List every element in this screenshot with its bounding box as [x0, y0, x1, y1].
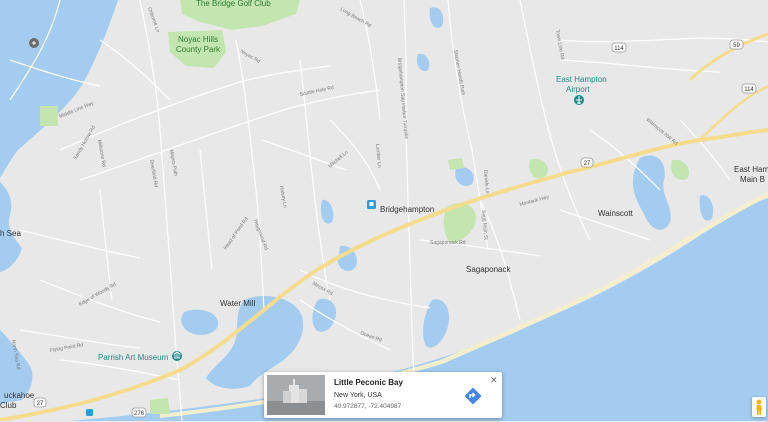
airport-icon[interactable] [574, 95, 584, 105]
svg-text:27: 27 [37, 401, 44, 407]
water-mill-label: Water Mill [220, 299, 255, 308]
route-shield-276: 276 [131, 407, 147, 418]
pegman-icon[interactable] [752, 397, 766, 417]
svg-text:276: 276 [134, 411, 145, 417]
route-shield-59: 59 [729, 39, 744, 50]
club-label: Club [0, 401, 17, 410]
svg-text:59: 59 [733, 43, 740, 49]
route-shield-114-right: 114 [741, 83, 757, 94]
place-title: Little Peconic Bay [334, 378, 403, 387]
route-shield-27: 27 [580, 157, 594, 168]
airport-label: East Hampton [556, 75, 607, 84]
north-sea-label: h Sea [0, 229, 21, 238]
park-area [40, 106, 58, 126]
train-station-icon[interactable] [367, 200, 376, 209]
noyac-hills-label-line2: County Park [176, 45, 221, 54]
svg-text:114: 114 [614, 46, 624, 52]
directions-icon [464, 387, 482, 405]
tuckahoe-label: uckahoe [4, 391, 35, 400]
bridgehampton-label: Bridgehampton [380, 205, 434, 214]
map-canvas[interactable]: The Bridge Golf Club Noyac Hills County … [0, 0, 768, 421]
noyac-hills-label: Noyac Hills [178, 35, 218, 44]
place-coordinates: 40.972877, -72.404987 [334, 403, 402, 410]
place-info-card[interactable]: Little Peconic Bay New York, USA 40.9728… [264, 372, 502, 418]
svg-text:27: 27 [584, 161, 591, 167]
park-area [150, 398, 170, 414]
airport-label-line2: Airport [566, 85, 590, 94]
park-area [448, 158, 464, 170]
museum-icon[interactable] [172, 351, 182, 361]
place-subtitle: New York, USA [334, 392, 382, 399]
east-hampton-label-line2: Main B [740, 175, 765, 184]
place-marker-icon[interactable] [86, 409, 93, 416]
svg-text:114: 114 [744, 87, 754, 93]
parrish-art-museum-label: Parrish Art Museum [98, 353, 169, 362]
close-icon[interactable]: ✕ [490, 375, 498, 386]
road-label: Sagaponack Rd [430, 240, 466, 246]
wainscott-label: Wainscott [598, 209, 634, 218]
east-hampton-label: East Ham [734, 165, 768, 174]
golf-club-label: The Bridge Golf Club [196, 0, 271, 8]
place-marker-icon[interactable] [29, 38, 39, 48]
route-shield-27-left: 27 [33, 397, 47, 408]
route-shield-114-top: 114 [611, 42, 627, 53]
place-photo-thumbnail[interactable] [267, 375, 325, 415]
directions-button[interactable] [464, 387, 482, 405]
sagaponack-label: Sagaponack [466, 265, 511, 274]
